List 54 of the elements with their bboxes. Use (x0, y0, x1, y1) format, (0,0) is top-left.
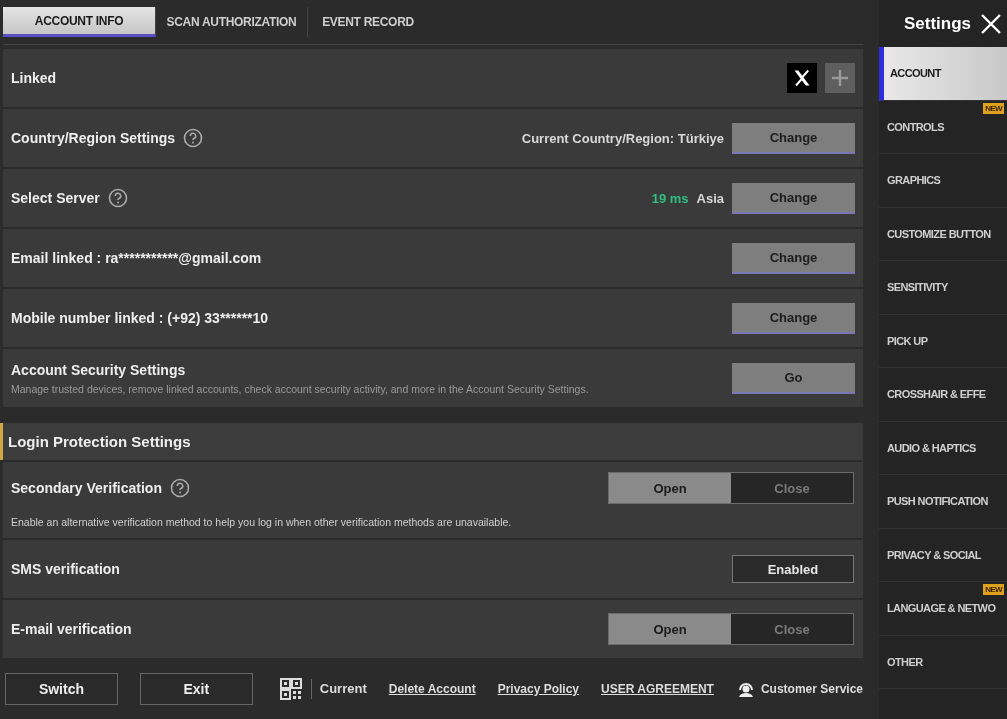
sidebar-item[interactable]: GRAPHICS (879, 154, 1007, 208)
add-icon[interactable] (825, 63, 855, 94)
toggle-option[interactable]: Close (731, 473, 853, 504)
sidebar-item[interactable]: NEW LANGUAGE & NETWO (879, 582, 1007, 636)
toggle-option[interactable]: Open (609, 614, 731, 645)
section-title: Login Protection Settings (8, 433, 191, 451)
row-value: Asia (696, 190, 724, 206)
row-label: Secondary Verification (11, 480, 162, 497)
sidebar-item[interactable]: AUDIO & HAPTICS (879, 421, 1007, 475)
change-button[interactable]: Change (732, 242, 855, 274)
toggle-option[interactable]: Open (609, 473, 731, 504)
settings-title: Settings (903, 13, 971, 34)
sidebar-item[interactable]: SENSITIVITY (879, 261, 1007, 315)
sidebar-item[interactable]: OTHER (879, 635, 1007, 689)
sidebar-item[interactable]: PRIVACY & SOCIAL (879, 528, 1007, 582)
tab[interactable]: SCAN AUTHORIZATION (156, 7, 308, 38)
sidebar-item[interactable]: PUSH NOTIFICATION (879, 475, 1007, 529)
sidebar-item[interactable]: CUSTOMIZE BUTTON (879, 207, 1007, 261)
sidebar-item[interactable]: CROSSHAIR & EFFE (879, 368, 1007, 422)
row-label: Country/Region Settings (11, 130, 176, 147)
change-button[interactable]: Go (732, 362, 855, 394)
toggle-option[interactable]: Close (731, 614, 853, 645)
footer-button[interactable]: Switch (5, 672, 118, 705)
footer-link[interactable]: Delete Account (388, 681, 476, 696)
new-badge: NEW (983, 584, 1004, 595)
row-label: Select Server (11, 190, 100, 207)
sidebar-item[interactable]: PICK UP (879, 314, 1007, 368)
sidebar-item[interactable]: NEW CONTROLS (879, 100, 1007, 154)
footer-link[interactable]: Privacy Policy (497, 681, 580, 696)
change-button[interactable]: Change (732, 122, 855, 154)
row-description: Manage trusted devices, remove linked accounts, check account security activity, and more in the Account Security Settings. (11, 382, 589, 395)
row-label: Mobile number linked : (+92) 33******10 (11, 310, 269, 327)
change-button[interactable]: Change (732, 302, 855, 334)
footer-link[interactable]: USER AGREEMENT (601, 681, 714, 696)
row-description: Enable an alternative verification method to help you log in when other verification methods are unavailable. (11, 516, 513, 529)
qr-code-icon (278, 676, 303, 701)
new-badge: NEW (983, 102, 1004, 114)
tab[interactable]: EVENT RECORD (308, 7, 428, 38)
sidebar-item[interactable]: ACCOUNT (879, 47, 1007, 101)
row-label: Email linked : ra***********@gmail.com (11, 250, 262, 267)
ping-value: 19 ms (651, 190, 689, 206)
current-label: Current (319, 681, 367, 697)
row-label: E-mail verification (11, 621, 132, 638)
status-button[interactable]: Enabled (732, 555, 854, 584)
tab[interactable]: ACCOUNT INFO (3, 7, 156, 38)
row-value: Current Country/Region: Türkiye (521, 130, 724, 146)
row-label: Linked (11, 70, 57, 87)
change-button[interactable]: Change (732, 182, 855, 214)
close-icon[interactable] (979, 11, 1003, 36)
row-label: SMS verification (11, 561, 120, 578)
row-label: Account Security Settings (11, 361, 187, 378)
customer-service-link[interactable]: Customer Service (760, 681, 863, 696)
x-logo-icon[interactable] (787, 63, 817, 94)
footer-button[interactable]: Exit (139, 672, 253, 705)
